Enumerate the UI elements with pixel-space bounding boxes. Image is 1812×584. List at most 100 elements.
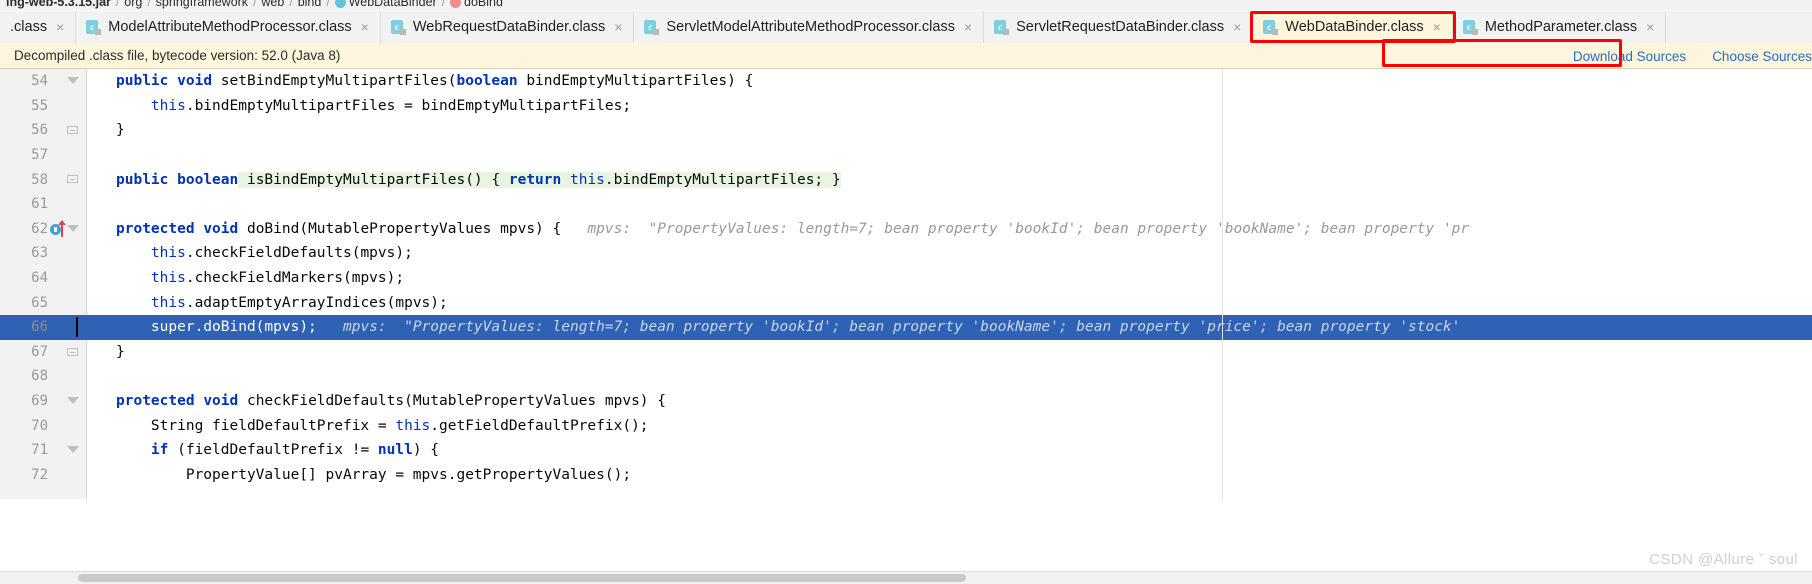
code-line-55[interactable]: 55 this.bindEmptyMultipartFiles = bindEm…	[0, 94, 1812, 119]
tab-close-icon[interactable]: ×	[614, 20, 622, 34]
code-line-62[interactable]: 62 protected void doBind(MutablePropertyV…	[0, 217, 1812, 242]
breadcrumb-item-label: doBind	[464, 0, 503, 9]
code-line-69[interactable]: 69 protected void checkFieldDefaults(Muta…	[0, 389, 1812, 414]
fold-end-icon[interactable]	[66, 345, 80, 359]
code-line-64[interactable]: 64 this.checkFieldMarkers(mpvs);	[0, 266, 1812, 291]
code-token: .bindEmptyMultipartFiles; }	[604, 171, 841, 188]
editor-tab-label: ServletModelAttributeMethodProcessor.cla…	[666, 19, 955, 35]
code-token: protected	[116, 220, 195, 237]
editor-tab-servletmodelattributemethodprocessor-class[interactable]: c ServletModelAttributeMethodProcessor.cl…	[634, 11, 985, 43]
code-text: protected void checkFieldDefaults(Mutabl…	[116, 393, 666, 409]
tab-close-icon[interactable]: ×	[964, 20, 972, 34]
editor-tab-modelattributemethodprocessor-class[interactable]: c ModelAttributeMethodProcessor.class ×	[76, 11, 381, 43]
code-token: public	[116, 171, 169, 188]
tab-close-icon[interactable]: ×	[1233, 20, 1241, 34]
code-token: this	[150, 97, 186, 114]
code-text: }	[116, 122, 125, 138]
fold-collapse-icon[interactable]	[66, 443, 80, 457]
code-line-61[interactable]: 61	[0, 192, 1812, 217]
code-line-58[interactable]: 58 public boolean isBindEmptyMultipartFil…	[0, 167, 1812, 192]
editor-tab-webdatabinder-class[interactable]: c WebDataBinder.class ×	[1253, 11, 1453, 43]
editor-tab-label: ModelAttributeMethodProcessor.class	[108, 19, 352, 35]
code-token: this	[150, 270, 186, 287]
editor-tab-webrequestdatabinder-class[interactable]: c WebRequestDataBinder.class ×	[380, 11, 635, 43]
tab-close-icon[interactable]: ×	[361, 20, 369, 34]
editor-tab-label: MethodParameter.class	[1484, 19, 1638, 35]
code-line-54[interactable]: 54 public void setBindEmptyMultipartFiles…	[0, 69, 1812, 94]
code-line-68[interactable]: 68	[0, 364, 1812, 389]
code-token: this	[150, 245, 186, 262]
breadcrumb-item-1[interactable]: org	[120, 0, 146, 9]
code-text: super.doBind(mpvs); mpvs: "PropertyValue…	[116, 319, 1461, 336]
code-token: }	[116, 343, 125, 360]
line-number: 57	[31, 147, 48, 164]
code-line-57[interactable]: 57	[0, 143, 1812, 168]
editor-tab-servletrequestdatabinder-class[interactable]: c ServletRequestDataBinder.class ×	[984, 11, 1254, 43]
code-content[interactable]: 54 public void setBindEmptyMultipartFiles…	[0, 69, 1812, 499]
code-token: }	[116, 122, 125, 139]
breadcrumb-item-0[interactable]: ing-web-5.3.15.jar	[2, 0, 115, 9]
fold-end-icon[interactable]	[66, 123, 80, 137]
code-line-72[interactable]: 72 PropertyValue[] pvArray = mpvs.getPro…	[0, 463, 1812, 488]
code-token: this	[150, 294, 186, 311]
tab-close-icon[interactable]: ×	[56, 20, 64, 34]
line-number: 64	[31, 270, 48, 287]
code-line-66[interactable]: 66 super.doBind(mpvs); mpvs: "PropertyVa…	[0, 314, 1812, 340]
right-margin-guide	[1222, 69, 1223, 499]
download-sources-link[interactable]: Download Sources	[1573, 49, 1686, 64]
fold-end-icon[interactable]	[66, 172, 80, 186]
code-token: .bindEmptyMultipartFiles = bindEmptyMult…	[185, 97, 632, 114]
horizontal-scrollbar-thumb[interactable]	[78, 574, 966, 582]
breadcrumb-item-4[interactable]: bind	[294, 0, 326, 9]
breadcrumb-item-6[interactable]: doBind	[446, 0, 507, 9]
tab-close-icon[interactable]: ×	[1646, 20, 1654, 34]
editor-tab-methodparameter-class[interactable]: c MethodParameter.class ×	[1452, 11, 1667, 43]
java-class-icon: c	[994, 19, 1010, 35]
code-text: this.checkFieldDefaults(mpvs);	[116, 245, 413, 261]
code-line-65[interactable]: 65 this.adaptEmptyArrayIndices(mpvs);	[0, 290, 1812, 315]
editor-tab-class[interactable]: .class ×	[0, 11, 77, 43]
editor-tab-label: .class	[10, 19, 48, 35]
intellij-editor-window: ing-web-5.3.15.jar / org / springframework / w…	[0, 0, 1812, 584]
code-text: this.checkFieldMarkers(mpvs);	[116, 270, 404, 286]
code-token: public	[116, 73, 169, 90]
code-line-70[interactable]: 70 String fieldDefaultPrefix = this.getF…	[0, 413, 1812, 438]
line-number: 55	[31, 97, 48, 114]
code-token: setBindEmptyMultipartFiles(	[212, 73, 457, 90]
editor-tab-bar[interactable]: .class × c ModelAttributeMethodProcessor.cl…	[0, 11, 1812, 44]
code-token: return	[508, 171, 562, 188]
code-line-71[interactable]: 71 if (fieldDefaultPrefix != null) {	[0, 438, 1812, 463]
code-line-63[interactable]: 63 this.checkFieldDefaults(mpvs);	[0, 241, 1812, 266]
line-number: 61	[31, 196, 48, 213]
breadcrumb-item-label: ing-web-5.3.15.jar	[6, 0, 111, 9]
choose-sources-link[interactable]: Choose Sources	[1712, 49, 1812, 64]
notification-actions[interactable]: Download Sources Choose Sources	[1573, 43, 1812, 69]
breadcrumb-item-label: springframework	[155, 0, 249, 9]
code-line-67[interactable]: 67}	[0, 340, 1812, 365]
fold-collapse-icon[interactable]	[66, 74, 80, 88]
code-token: super.doBind(mpvs);	[116, 319, 317, 336]
tab-close-icon[interactable]: ×	[1433, 20, 1441, 34]
editor-tab-label: WebRequestDataBinder.class	[412, 19, 606, 35]
horizontal-scrollbar[interactable]	[0, 571, 1812, 584]
breadcrumb-item-3[interactable]: web	[257, 0, 288, 9]
java-class-icon: c	[644, 19, 660, 35]
fold-collapse-icon[interactable]	[66, 394, 80, 408]
code-editor[interactable]: 54 public void setBindEmptyMultipartFiles…	[0, 69, 1812, 499]
breadcrumb-item-5[interactable]: WebDataBinder	[331, 0, 441, 9]
fold-collapse-icon[interactable]	[66, 222, 80, 236]
java-class-icon: c	[86, 19, 102, 35]
code-token: (fieldDefaultPrefix !=	[168, 442, 378, 459]
line-number: 69	[31, 393, 48, 410]
inline-parameter-hint: mpvs: "PropertyValues: length=7; bean pr…	[561, 220, 1470, 237]
code-line-56[interactable]: 56}	[0, 118, 1812, 143]
breadcrumb-item-2[interactable]: springframework	[152, 0, 252, 9]
code-text: protected void doBind(MutablePropertyVal…	[116, 221, 1469, 237]
decompiled-notification-text: Decompiled .class file, bytecode version…	[14, 48, 341, 63]
java-class-icon: c	[1462, 19, 1478, 35]
